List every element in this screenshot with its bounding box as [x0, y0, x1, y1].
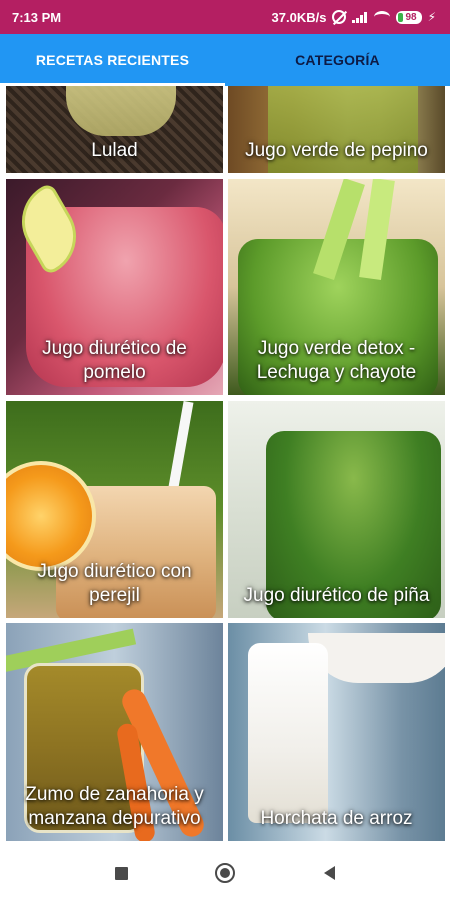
recipe-title: Horchata de arroz	[260, 808, 413, 829]
battery-level: 98	[405, 11, 417, 23]
back-button[interactable]	[316, 860, 342, 886]
wifi-icon	[374, 11, 391, 23]
recipe-card[interactable]: Jugo diurético con perejil	[6, 401, 223, 618]
tab-recent-recipes[interactable]: RECETAS RECIENTES	[0, 34, 225, 86]
recipe-title: Jugo verde detox - Lechuga y chayote	[256, 338, 417, 383]
system-nav-bar	[0, 846, 450, 900]
recipe-card[interactable]: Jugo verde de pepino	[228, 86, 445, 173]
recents-button[interactable]	[108, 860, 134, 886]
network-speed: 37.0KB/s	[271, 9, 327, 25]
recipe-card[interactable]: Jugo diurético de pomelo	[6, 179, 223, 395]
recipe-title: Zumo de zanahoria y manzana depurativo	[25, 784, 204, 829]
recipe-card[interactable]: Jugo diurético de piña	[228, 401, 445, 618]
recents-square-icon	[114, 866, 128, 880]
home-circle-icon	[215, 863, 235, 883]
signal-icon	[352, 11, 368, 23]
recipe-title: Jugo diurético de piña	[243, 585, 430, 606]
alarm-off-icon	[332, 10, 347, 24]
recipe-card[interactable]: Lulad	[6, 86, 223, 173]
recipe-card[interactable]: Zumo de zanahoria y manzana depurativo	[6, 623, 223, 841]
charging-icon: ⚡	[427, 10, 436, 24]
recipe-title: Jugo diurético de pomelo	[42, 338, 187, 383]
recipe-card[interactable]: Jugo verde detox - Lechuga y chayote	[228, 179, 445, 395]
recipe-grid: Lulad Jugo verde de pepino Jugo diurétic…	[0, 86, 450, 846]
tab-category[interactable]: CATEGORÍA	[225, 34, 450, 86]
status-time: 7:13 PM	[12, 9, 62, 25]
app-screen: 7:13 PM 37.0KB/s 98 ⚡ RECETAS RECIENTES …	[0, 0, 450, 900]
recipe-title: Jugo verde de pepino	[245, 140, 428, 161]
home-button[interactable]	[212, 860, 238, 886]
recipe-title: Lulad	[91, 140, 138, 161]
recipe-card[interactable]: Horchata de arroz	[228, 623, 445, 841]
recipe-title: Jugo diurético con perejil	[37, 561, 192, 606]
back-triangle-icon	[323, 866, 335, 880]
tab-recent-recipes-label: RECETAS RECIENTES	[35, 52, 190, 68]
status-icons: 37.0KB/s 98 ⚡	[272, 10, 436, 25]
status-bar: 7:13 PM 37.0KB/s 98 ⚡	[0, 0, 450, 34]
tab-bar: RECETAS RECIENTES CATEGORÍA	[0, 34, 450, 86]
battery-icon: 98	[396, 10, 422, 24]
tab-category-label: CATEGORÍA	[295, 52, 380, 68]
